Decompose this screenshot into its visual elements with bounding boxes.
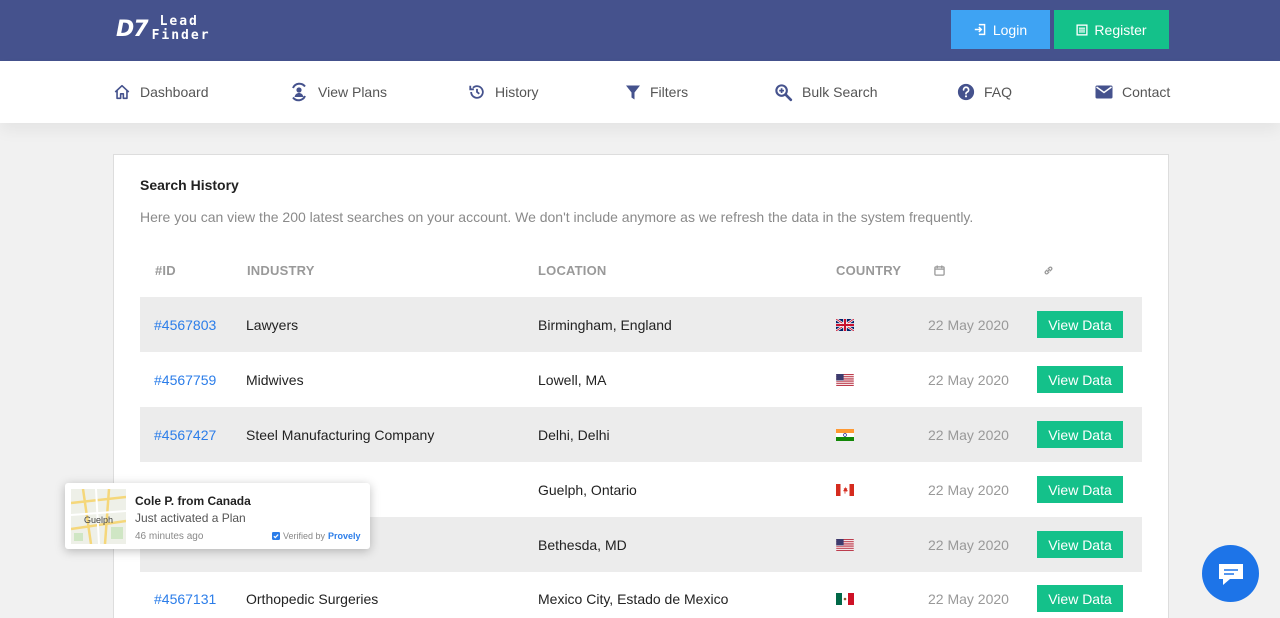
india-flag-icon — [836, 407, 854, 462]
link-icon — [1044, 266, 1053, 275]
row-id-link[interactable]: #4567803 — [154, 297, 216, 352]
row-date: 22 May 2020 — [928, 426, 1009, 443]
row-industry: Steel Manufacturing Company — [246, 426, 435, 443]
row-date: 22 May 2020 — [928, 536, 1009, 553]
login-label: Login — [992, 21, 1028, 38]
column-header-location: LOCATION — [538, 263, 607, 278]
verified-badge: Verified by Provely — [272, 531, 361, 541]
table-row: #4567803 Lawyers Birmingham, England 22 … — [140, 297, 1142, 352]
row-location: Mexico City, Estado de Mexico — [538, 590, 729, 607]
view-data-button[interactable]: View Data — [1037, 311, 1123, 338]
register-icon — [1076, 23, 1088, 36]
verified-brand: Provely — [328, 531, 361, 541]
us-flag-icon — [836, 517, 854, 572]
notification-name: Cole P. from Canada — [135, 494, 251, 508]
brand-logo[interactable]: D7 Lead Finder — [116, 15, 211, 43]
table-row: #4567759 Midwives Lowell, MA 22 May 2020… — [140, 352, 1142, 407]
row-date: 22 May 2020 — [928, 481, 1009, 498]
login-button[interactable]: Login — [951, 10, 1050, 49]
history-icon — [469, 85, 484, 99]
row-id-link[interactable]: #4567131 — [154, 571, 216, 618]
nav-label-view-plans: View Plans — [318, 84, 388, 100]
column-header-date — [934, 264, 945, 279]
map-thumbnail: Guelph — [71, 489, 126, 544]
row-location: Lowell, MA — [538, 371, 607, 388]
register-button[interactable]: Register — [1054, 10, 1169, 49]
map-label: Guelph — [84, 515, 114, 525]
verified-prefix: Verified by — [283, 531, 326, 541]
main-nav: Dashboard View Plans History Filters Bul… — [0, 61, 1280, 123]
card-description: Here you can view the 200 latest searche… — [140, 209, 974, 225]
question-icon — [957, 83, 975, 101]
home-icon — [114, 84, 130, 100]
nav-label-filters: Filters — [650, 84, 689, 100]
column-header-country: COUNTRY — [836, 263, 902, 278]
nav-label-faq: FAQ — [984, 84, 1013, 100]
row-date: 22 May 2020 — [928, 316, 1009, 333]
register-label: Register — [1094, 21, 1147, 38]
row-location: Birmingham, England — [538, 316, 672, 333]
filter-icon — [626, 85, 640, 99]
row-id-link[interactable]: #4567759 — [154, 352, 216, 407]
table-row: #4567427 Steel Manufacturing Company Del… — [140, 407, 1142, 462]
logo-text-line1: Lead — [159, 14, 199, 29]
nav-item-contact[interactable]: Contact — [1095, 61, 1170, 123]
nav-item-dashboard[interactable]: Dashboard — [113, 61, 209, 123]
view-data-button[interactable]: View Data — [1037, 585, 1123, 612]
nav-item-history[interactable]: History — [468, 61, 539, 123]
mexico-flag-icon — [836, 571, 854, 618]
view-data-button[interactable]: View Data — [1037, 531, 1123, 558]
nav-label-bulk-search: Bulk Search — [802, 84, 878, 100]
envelope-icon — [1095, 85, 1113, 99]
row-id-link[interactable]: #4567427 — [154, 407, 216, 462]
nav-item-bulk-search[interactable]: Bulk Search — [774, 61, 877, 123]
plans-icon — [292, 82, 306, 102]
nav-label-contact: Contact — [1122, 84, 1171, 100]
calendar-icon — [934, 265, 945, 276]
logo-mark: D7 — [116, 16, 149, 42]
column-header-link — [1043, 264, 1054, 279]
nav-label-history: History — [495, 84, 539, 100]
column-header-industry: INDUSTRY — [247, 263, 315, 278]
row-industry: Lawyers — [246, 316, 299, 333]
logo-text: Lead Finder — [152, 15, 211, 43]
activity-notification[interactable]: Guelph Cole P. from Canada Just activate… — [65, 483, 370, 549]
view-data-button[interactable]: View Data — [1037, 421, 1123, 448]
canada-flag-icon — [836, 462, 854, 517]
chat-launcher-button[interactable] — [1202, 545, 1259, 602]
notification-time: 46 minutes ago — [135, 531, 204, 542]
nav-item-view-plans[interactable]: View Plans — [289, 61, 387, 123]
row-industry: Orthopedic Surgeries — [246, 590, 379, 607]
notification-action: Just activated a Plan — [135, 511, 246, 525]
row-industry: Midwives — [246, 371, 304, 388]
view-data-button[interactable]: View Data — [1037, 366, 1123, 393]
sign-in-icon — [974, 23, 986, 36]
row-location: Guelph, Ontario — [538, 481, 637, 498]
view-data-button[interactable]: View Data — [1037, 476, 1123, 503]
uk-flag-icon — [836, 297, 854, 352]
card-title: Search History — [140, 177, 239, 193]
nav-item-filters[interactable]: Filters — [625, 61, 688, 123]
top-header: D7 Lead Finder Login Register — [0, 0, 1280, 61]
nav-item-faq[interactable]: FAQ — [957, 61, 1012, 123]
check-icon — [272, 532, 280, 540]
table-row: #4567131 Orthopedic Surgeries Mexico Cit… — [140, 571, 1142, 618]
row-location: Delhi, Delhi — [538, 426, 610, 443]
row-date: 22 May 2020 — [928, 371, 1009, 388]
row-location: Bethesda, MD — [538, 536, 627, 553]
row-date: 22 May 2020 — [928, 590, 1009, 607]
us-flag-icon — [836, 352, 854, 407]
logo-text-line2: Finder — [151, 28, 211, 43]
nav-label-dashboard: Dashboard — [140, 84, 209, 100]
search-plus-icon — [775, 83, 793, 101]
chat-bubble-icon — [1218, 563, 1243, 585]
column-header-id: #ID — [155, 263, 176, 278]
